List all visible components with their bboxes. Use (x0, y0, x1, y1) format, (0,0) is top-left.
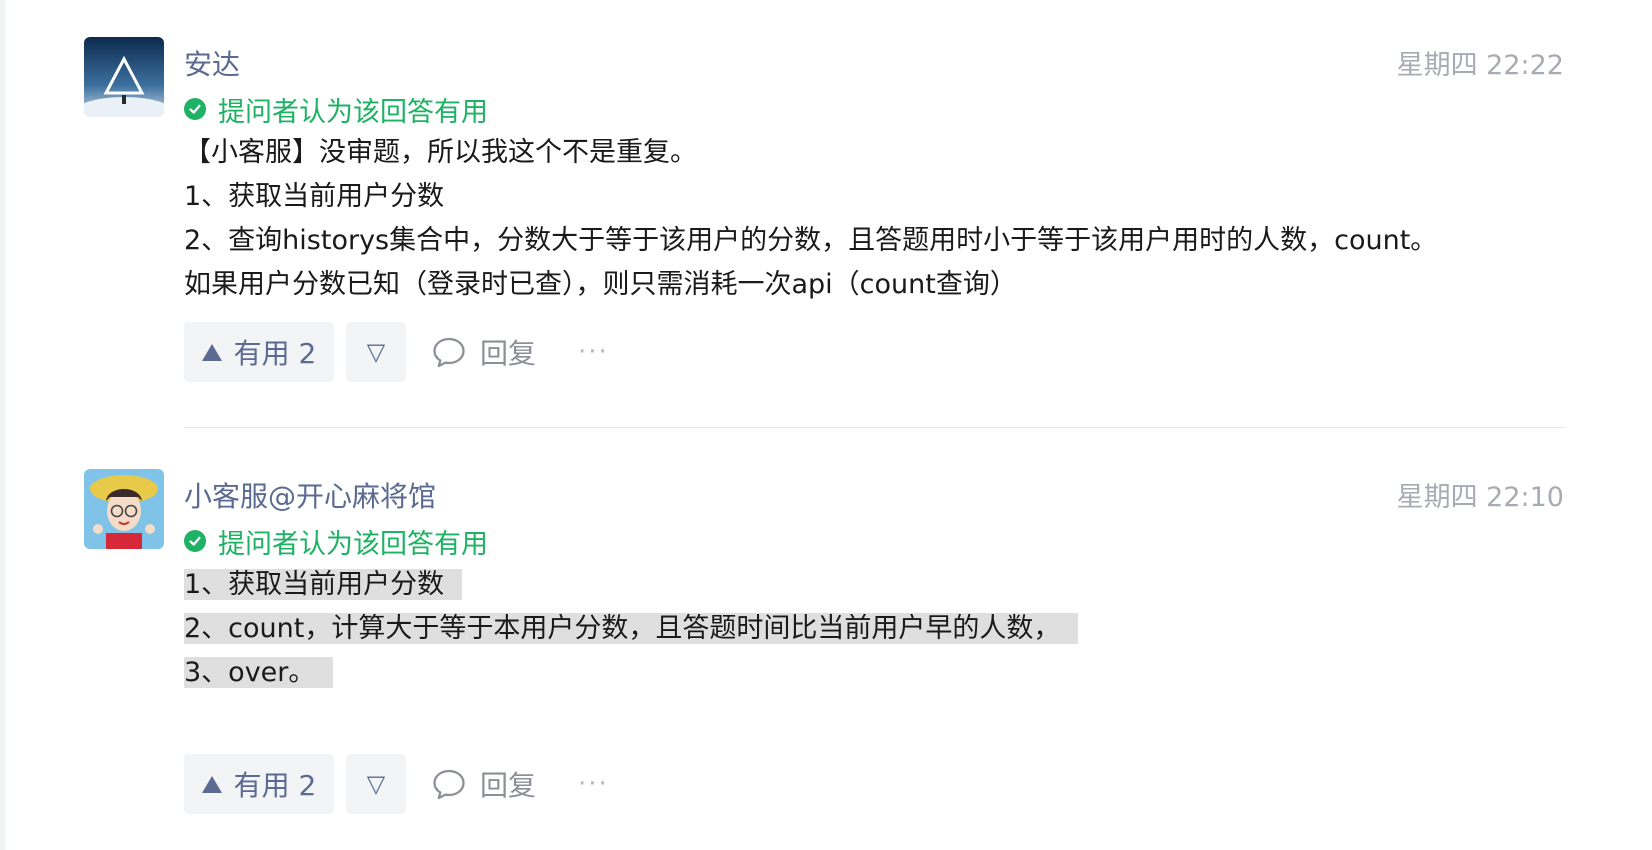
answer-card: 小客服@开心麻将馆 星期四 22:10 提问者认为该回答有用 1、获取当前用户分… (84, 469, 1564, 829)
answer-time: 星期四 22:10 (1396, 482, 1564, 513)
accepted-badge: 提问者认为该回答有用 (184, 521, 488, 561)
author-name[interactable]: 小客服@开心麻将馆 (184, 475, 436, 515)
answer-line: 1、获取当前用户分数 (184, 181, 445, 212)
answer-line-wrap: 1、获取当前用户分数 (184, 563, 1078, 607)
answer-actions: 有用 2 ▽ 回复 ··· (184, 754, 609, 814)
upvote-button[interactable]: 有用 2 (184, 322, 334, 382)
avatar[interactable] (84, 37, 164, 117)
answer-divider (184, 427, 1564, 428)
answer-line-wrap: 3、over。 (184, 651, 1078, 695)
upvote-label: 有用 2 (233, 337, 317, 370)
avatar[interactable] (84, 469, 164, 549)
answer-line: 【小客服】没审题，所以我这个不是重复。 (184, 137, 697, 168)
answer-body: 【小客服】没审题，所以我这个不是重复。 1、获取当前用户分数 2、查询histo… (184, 131, 1437, 307)
more-options-button[interactable]: ··· (578, 337, 609, 367)
left-edge-strip (0, 0, 5, 850)
accepted-label: 提问者认为该回答有用 (218, 96, 488, 128)
answer-time: 星期四 22:22 (1396, 50, 1564, 81)
check-circle-icon (184, 530, 206, 552)
comment-icon (433, 769, 465, 800)
answer-line-wrap: 2、count，计算大于等于本用户分数，且答题时间比当前用户早的人数， (184, 607, 1079, 651)
triangle-down-icon: ▽ (366, 338, 386, 366)
reply-label: 回复 (480, 337, 537, 370)
downvote-button[interactable]: ▽ (346, 754, 406, 814)
triangle-down-icon: ▽ (366, 770, 386, 798)
downvote-button[interactable]: ▽ (346, 322, 406, 382)
reply-label: 回复 (480, 769, 537, 802)
upvote-label: 有用 2 (233, 769, 317, 802)
check-circle-icon (184, 98, 206, 120)
answer-card: 安达 星期四 22:22 提问者认为该回答有用 【小客服】没审题，所以我这个不是… (84, 37, 1564, 387)
author-name[interactable]: 安达 (184, 43, 240, 83)
triangle-up-icon (201, 343, 222, 361)
answer-line: 3、over。 (184, 657, 334, 688)
answer-actions: 有用 2 ▽ 回复 ··· (184, 322, 609, 382)
upvote-button[interactable]: 有用 2 (184, 754, 334, 814)
accepted-badge: 提问者认为该回答有用 (184, 89, 488, 129)
reply-button[interactable]: 回复 (432, 332, 536, 372)
more-options-button[interactable]: ··· (578, 769, 609, 799)
reply-button[interactable]: 回复 (432, 764, 536, 804)
comment-icon (433, 337, 465, 368)
answer-line: 2、查询historys集合中，分数大于等于该用户的分数，且答题用时小于等于该用… (184, 225, 1438, 256)
triangle-up-icon (201, 775, 222, 793)
answer-body: 1、获取当前用户分数 2、count，计算大于等于本用户分数，且答题时间比当前用… (184, 563, 1079, 695)
accepted-label: 提问者认为该回答有用 (218, 528, 488, 560)
answer-line: 1、获取当前用户分数 (184, 569, 463, 600)
answer-line: 如果用户分数已知（登录时已查），则只需消耗一次api（count查询） (184, 269, 1017, 300)
answer-line: 2、count，计算大于等于本用户分数，且答题时间比当前用户早的人数， (184, 613, 1079, 644)
